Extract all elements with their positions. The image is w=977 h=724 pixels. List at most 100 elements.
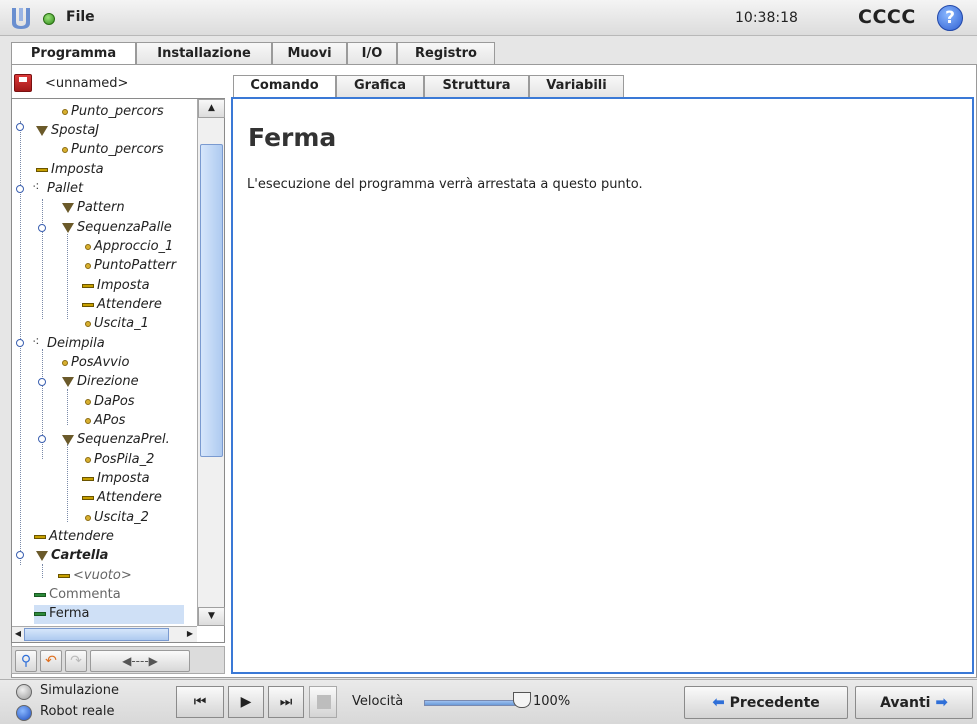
command-title: Ferma bbox=[248, 123, 337, 152]
scroll-down-icon[interactable]: ▼ bbox=[198, 607, 225, 626]
tree-item[interactable]: DaPos bbox=[85, 393, 135, 412]
waypoint-icon bbox=[85, 243, 91, 250]
tree-item[interactable]: APos bbox=[85, 412, 125, 431]
tree-item[interactable]: Imposta bbox=[82, 277, 150, 296]
scroll-up-icon[interactable]: ▲ bbox=[198, 99, 225, 118]
tree-item[interactable]: PosAvvio bbox=[62, 354, 129, 373]
arrow-left-icon: ⬅ bbox=[712, 693, 725, 711]
robot-name: CCCC bbox=[858, 6, 916, 28]
scrollbar-thumb[interactable] bbox=[200, 144, 223, 457]
real-robot-radio[interactable] bbox=[16, 705, 32, 721]
tree-expand-icon[interactable] bbox=[16, 339, 24, 347]
move-node-icon[interactable]: ◀----▶ bbox=[90, 650, 190, 672]
speed-label: Velocità bbox=[352, 694, 404, 709]
tree-horizontal-scrollbar[interactable]: ◀ ▶ bbox=[12, 626, 197, 642]
set-icon bbox=[58, 573, 70, 578]
set-icon bbox=[82, 476, 94, 481]
tree-item[interactable]: Direzione bbox=[62, 373, 139, 392]
tree-expand-icon[interactable] bbox=[16, 185, 24, 193]
simulation-label: Simulazione bbox=[40, 683, 119, 698]
tab-comando[interactable]: Comando bbox=[233, 75, 336, 98]
tree-item-selected[interactable]: Ferma bbox=[34, 605, 184, 624]
move-icon bbox=[62, 222, 74, 233]
redo-icon[interactable]: ↷ bbox=[65, 650, 87, 672]
move-icon bbox=[36, 125, 48, 136]
scroll-left-icon[interactable]: ◀ bbox=[12, 627, 24, 642]
scroll-right-icon[interactable]: ▶ bbox=[184, 627, 196, 642]
tree-expand-icon[interactable] bbox=[16, 123, 24, 131]
help-icon[interactable]: ? bbox=[937, 5, 963, 31]
tree-expand-icon[interactable] bbox=[38, 435, 46, 443]
tree-item[interactable]: Pallet bbox=[32, 180, 83, 199]
waypoint-icon bbox=[62, 108, 68, 115]
comment-icon bbox=[34, 592, 46, 597]
arrow-right-icon: ➡ bbox=[935, 693, 948, 711]
simulation-radio[interactable] bbox=[16, 684, 32, 700]
waypoint-icon bbox=[85, 456, 91, 463]
waypoint-icon bbox=[62, 359, 68, 366]
speed-slider-handle[interactable] bbox=[513, 692, 531, 708]
tree-expand-icon[interactable] bbox=[38, 224, 46, 232]
next-button[interactable]: Avanti ➡ bbox=[855, 686, 973, 719]
tree-item[interactable]: Deimpila bbox=[32, 335, 105, 354]
tree-connector bbox=[42, 564, 43, 578]
step-icon[interactable]: ⏭ bbox=[268, 686, 304, 718]
tree-item[interactable]: Imposta bbox=[36, 161, 104, 180]
set-icon bbox=[34, 534, 46, 539]
save-icon[interactable] bbox=[14, 74, 32, 92]
tab-io[interactable]: I/O bbox=[347, 42, 397, 65]
stop-button[interactable] bbox=[309, 686, 337, 718]
tree-expand-icon[interactable] bbox=[16, 551, 24, 559]
scrollbar-thumb[interactable] bbox=[24, 628, 169, 641]
clock: 10:38:18 bbox=[735, 10, 798, 26]
program-tree[interactable]: Punto_percors SpostaJ Punto_percors Impo… bbox=[11, 98, 225, 643]
tree-item[interactable]: SpostaJ bbox=[36, 122, 99, 141]
set-icon bbox=[82, 495, 94, 500]
tab-struttura[interactable]: Struttura bbox=[424, 75, 529, 97]
tree-expand-icon[interactable] bbox=[38, 378, 46, 386]
play-icon[interactable]: ▶ bbox=[228, 686, 264, 718]
rewind-icon[interactable]: ⏮ bbox=[176, 686, 224, 718]
tab-grafica[interactable]: Grafica bbox=[336, 75, 424, 97]
tree-item[interactable]: Pattern bbox=[62, 199, 125, 218]
tree-item[interactable]: <vuoto> bbox=[58, 567, 132, 586]
tab-variabili[interactable]: Variabili bbox=[529, 75, 624, 97]
pallet-icon bbox=[32, 339, 44, 349]
tree-item[interactable]: Cartella bbox=[36, 547, 108, 566]
tree-item[interactable]: SequenzaPalle bbox=[62, 219, 172, 238]
tree-item[interactable]: Punto_percors bbox=[62, 141, 164, 160]
status-ok-icon bbox=[43, 13, 55, 25]
file-menu[interactable]: File bbox=[66, 9, 95, 25]
folder-icon bbox=[36, 550, 48, 561]
tab-installazione[interactable]: Installazione bbox=[136, 42, 272, 65]
tree-toolbar: ⚲ ↶ ↷ ◀----▶ bbox=[11, 646, 225, 674]
tab-registro[interactable]: Registro bbox=[397, 42, 495, 65]
tree-item[interactable]: PuntoPatterr bbox=[85, 257, 176, 276]
command-panel: Ferma L'esecuzione del programma verrà a… bbox=[231, 97, 974, 674]
tree-vertical-scrollbar[interactable]: ▲ ▼ bbox=[197, 99, 225, 626]
tree-connector bbox=[67, 389, 68, 425]
tree-connector bbox=[67, 234, 68, 319]
tree-item[interactable]: SequenzaPrel. bbox=[62, 431, 170, 450]
waypoint-icon bbox=[62, 146, 68, 153]
pallet-icon bbox=[32, 184, 44, 194]
undo-icon[interactable]: ↶ bbox=[40, 650, 62, 672]
tree-item[interactable]: Uscita_1 bbox=[85, 315, 149, 334]
tree-item[interactable]: Commenta bbox=[34, 586, 121, 605]
waypoint-icon bbox=[85, 262, 91, 269]
tree-item[interactable]: Imposta bbox=[82, 470, 150, 489]
top-bar: File 10:38:18 CCCC ? bbox=[0, 0, 977, 36]
move-icon bbox=[62, 376, 74, 387]
tree-item[interactable]: Attendere bbox=[34, 528, 114, 547]
tab-programma[interactable]: Programma bbox=[11, 42, 136, 66]
tab-muovi[interactable]: Muovi bbox=[272, 42, 347, 65]
tree-item[interactable]: Attendere bbox=[82, 489, 162, 508]
tree-item[interactable]: Approccio_1 bbox=[85, 238, 173, 257]
tree-item[interactable]: Punto_percors bbox=[62, 103, 164, 122]
tree-item[interactable]: Uscita_2 bbox=[85, 509, 149, 528]
previous-button[interactable]: ⬅ Precedente bbox=[684, 686, 848, 719]
tree-item[interactable]: Attendere bbox=[82, 296, 162, 315]
tree-item[interactable]: PosPila_2 bbox=[85, 451, 154, 470]
search-icon[interactable]: ⚲ bbox=[15, 650, 37, 672]
stop-icon bbox=[34, 611, 46, 616]
